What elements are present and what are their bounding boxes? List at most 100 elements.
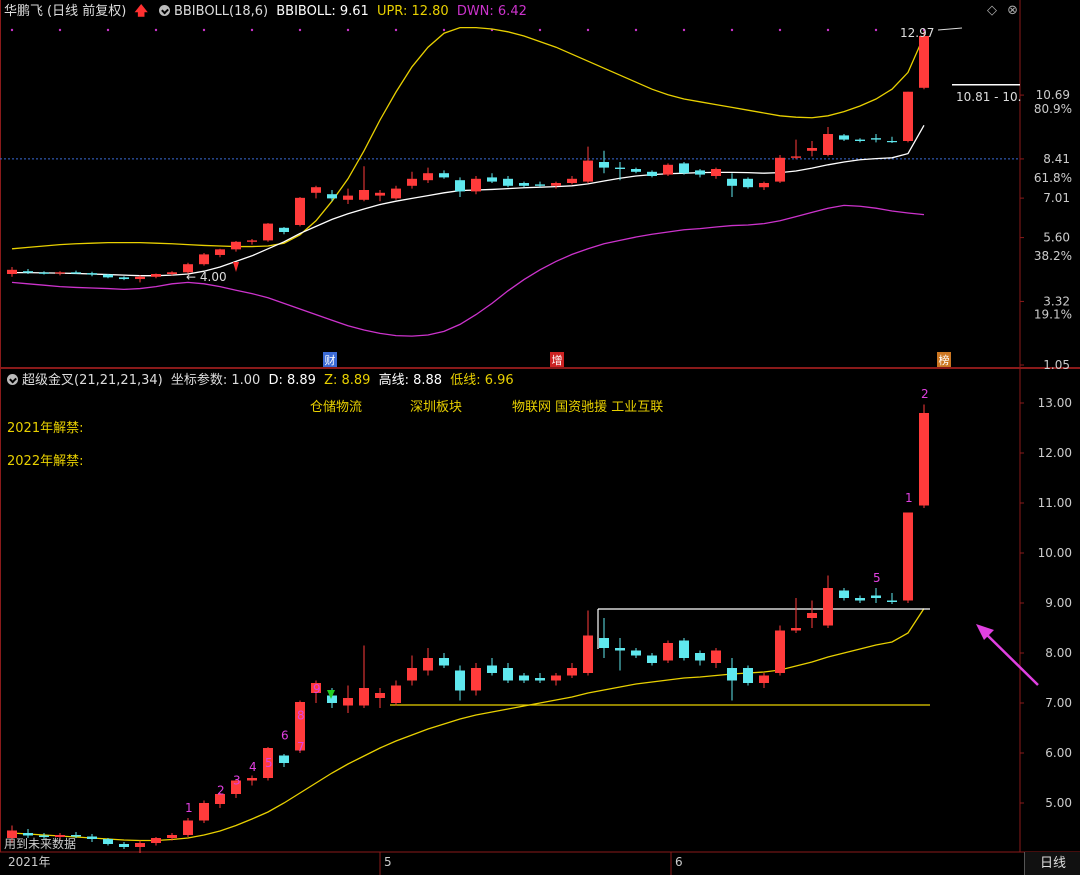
signal-dot [826,28,830,32]
top-candle [23,271,33,273]
price-axis-label: 8.41 [1043,152,1070,166]
top-candle [759,183,769,188]
count-label: 5 [873,571,881,585]
signal-dot [778,28,782,32]
period-button[interactable]: 日线 [1024,852,1080,875]
top-candle [391,188,401,199]
lower-band-line [11,204,925,337]
top-candle [679,163,689,174]
signal-dot [538,28,542,32]
signal-dot [346,28,350,32]
bottom-candle [679,640,689,658]
top-candle [743,178,753,188]
bottom-candle [839,590,849,598]
top-candle [199,254,209,265]
top-candle [55,272,65,274]
top-candle [903,91,913,141]
signal-dot [442,28,446,32]
top-candle [455,180,465,192]
bottom-candle [855,598,865,601]
bottom-candle [151,838,161,843]
bottom-candle [503,668,513,681]
top-candle [535,184,545,186]
top-candle [823,134,833,155]
year-label: 2021年 [8,855,51,869]
top-candle [439,173,449,178]
signal-dot [730,28,734,32]
bottom-candle [167,835,177,838]
top-candle [855,139,865,141]
top-candle [599,162,609,168]
count-label: 2 [217,784,225,798]
top-candle [647,171,657,176]
top-candle [279,227,289,232]
top-candle [375,192,385,196]
top-candle [263,223,273,241]
range-tag: 10.81 - 10. [956,90,1021,104]
top-candle [39,272,49,274]
price-axis-label: 13.00 [1038,396,1072,410]
count-label: 5 [265,756,273,770]
signal-dot [202,28,206,32]
bottom-candle [823,588,833,626]
bottom-candle [759,675,769,683]
upper-band-line [11,26,925,250]
bottom-candle [119,844,129,847]
top-candle [711,169,721,176]
bottom-candle [775,630,785,673]
bottom-candle [695,653,705,661]
top-candle [487,177,497,182]
bottom-candle [791,628,801,631]
count-label: 9 [313,682,321,696]
bottom-candle [615,648,625,651]
count-label: 2 [921,387,929,401]
bottom-candle [471,668,481,691]
bottom-candle [567,668,577,676]
top-candle [215,249,225,255]
top-candle [887,141,897,143]
price-axis-label: 3.32 [1043,294,1070,308]
bottom-candle [871,595,881,598]
signal-dot [634,28,638,32]
bottom-candle [103,839,113,844]
month-label: 6 [675,855,683,869]
event-marker: 财 [325,353,336,367]
bottom-candle [551,675,561,681]
pointer-arrow-icon [981,629,1039,686]
signal-dot [394,28,398,32]
signal-dot [58,28,62,32]
top-candle [295,197,305,225]
signal-dot [298,28,302,32]
high-annotation-line [937,27,963,31]
count-label: 1 [905,491,913,505]
top-candle [583,160,593,182]
price-axis-label: 12.00 [1038,446,1072,460]
bottom-candle [631,650,641,656]
bottom-candle [183,820,193,835]
count-label: 4 [249,760,257,774]
top-candle [807,148,817,151]
top-candle [567,178,577,183]
top-candle [343,195,353,200]
bottom-candle [247,778,257,781]
top-candle [519,183,529,186]
bottom-candle [903,512,913,601]
kline-chart[interactable]: 10.69 8.41 7.01 5.60 3.32 1.05 80.9% 61.8% 38.2%… [0,0,1080,875]
bottom-candle [391,685,401,703]
top-candle [423,173,433,181]
top-candle [327,194,337,199]
top-candle [551,183,561,186]
price-axis-label: 1.05 [1043,358,1070,372]
price-axis-label: 7.00 [1045,696,1072,710]
top-candle [695,170,705,175]
count-label: 1 [185,801,193,815]
bottom-candle [663,643,673,661]
bottom-candle [711,650,721,663]
pct-axis-label: 19.1% [1034,308,1072,322]
future-data-note: 用到未来数据 [4,837,77,851]
top-candle [407,178,417,186]
top-candle [727,178,737,186]
bottom-candle [487,665,497,673]
bottom-candle [87,836,97,839]
event-marker: 榜 [939,353,950,367]
